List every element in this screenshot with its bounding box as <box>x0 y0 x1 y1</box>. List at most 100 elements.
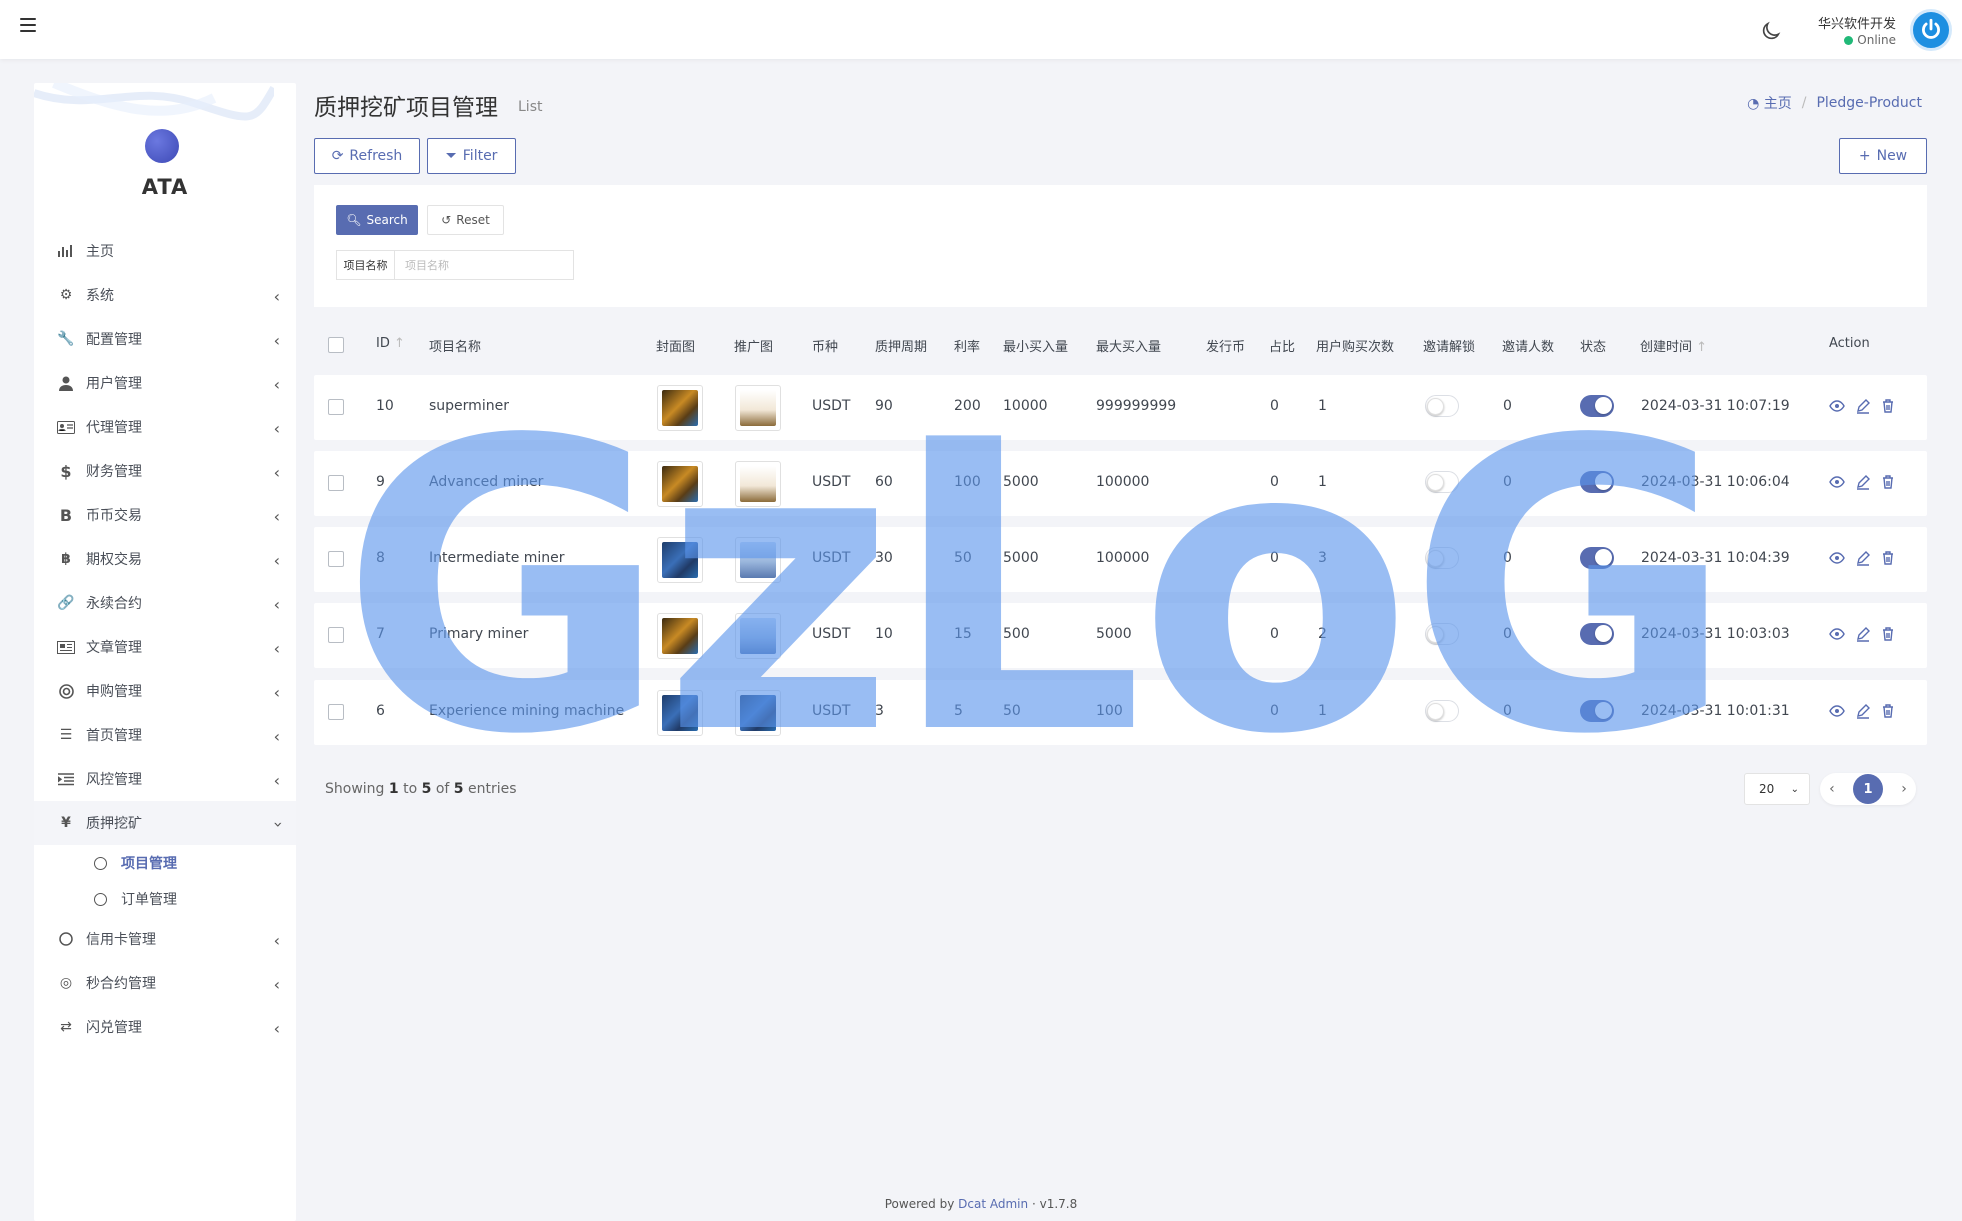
row-checkbox[interactable] <box>328 399 344 415</box>
column-header-created[interactable]: 创建时间 ↑ <box>1640 336 1707 355</box>
cell-currency: USDT <box>812 474 851 490</box>
project-name-input[interactable] <box>395 251 573 279</box>
row-checkbox[interactable] <box>328 551 344 567</box>
sidebar-item-users[interactable]: 用户管理 ‹ <box>34 361 296 405</box>
view-eye-icon[interactable] <box>1829 550 1845 566</box>
promo-image[interactable] <box>735 461 781 507</box>
view-eye-icon[interactable] <box>1829 474 1845 490</box>
invite-unlock-toggle[interactable] <box>1425 623 1459 645</box>
row-checkbox[interactable] <box>328 627 344 643</box>
prev-page-button[interactable]: ‹ <box>1829 781 1835 797</box>
row-checkbox[interactable] <box>328 704 344 720</box>
view-eye-icon[interactable] <box>1829 703 1845 719</box>
promo-image[interactable] <box>735 385 781 431</box>
edit-pencil-icon[interactable] <box>1855 474 1871 490</box>
sidebar-item-spot-trading[interactable]: B 币币交易 ‹ <box>34 493 296 537</box>
column-header-id[interactable]: ID ↑ <box>376 336 405 351</box>
promo-image[interactable] <box>735 537 781 583</box>
column-header-invite-unlock: 邀请解锁 <box>1423 340 1476 355</box>
dark-mode-moon-icon[interactable] <box>1760 20 1782 42</box>
sidebar-item-agents[interactable]: 代理管理 ‹ <box>34 405 296 449</box>
breadcrumb-separator: / <box>1801 95 1807 111</box>
reset-button[interactable]: ↺ Reset <box>427 205 504 235</box>
delete-trash-icon[interactable] <box>1880 626 1896 642</box>
user-name[interactable]: 华兴软件开发 <box>1818 13 1896 32</box>
next-page-button[interactable]: › <box>1901 781 1907 797</box>
invite-unlock-toggle[interactable] <box>1425 700 1459 722</box>
edit-pencil-icon[interactable] <box>1855 703 1871 719</box>
cell-buy-times: 1 <box>1318 474 1327 490</box>
status-toggle[interactable] <box>1580 395 1614 417</box>
edit-pencil-icon[interactable] <box>1855 398 1871 414</box>
breadcrumb-home[interactable]: ◔ 主页 <box>1747 93 1792 113</box>
sidebar-item-finance[interactable]: $ 财务管理 ‹ <box>34 449 296 493</box>
delete-trash-icon[interactable] <box>1880 474 1896 490</box>
cover-image[interactable] <box>657 461 703 507</box>
select-all-checkbox[interactable] <box>328 337 344 353</box>
sidebar-item-second-contract[interactable]: ◎ 秒合约管理 ‹ <box>34 961 296 1005</box>
view-eye-icon[interactable] <box>1829 398 1845 414</box>
sidebar-subitem-orders[interactable]: 订单管理 <box>34 881 296 917</box>
promo-image-content <box>740 466 776 502</box>
cell-rate: 200 <box>954 398 981 414</box>
sidebar-item-risk[interactable]: 风控管理 ‹ <box>34 757 296 801</box>
invite-unlock-toggle[interactable] <box>1425 395 1459 417</box>
view-eye-icon[interactable] <box>1829 626 1845 642</box>
sidebar-item-options[interactable]: ฿ 期权交易 ‹ <box>34 537 296 581</box>
circle-icon <box>94 892 107 906</box>
promo-image[interactable] <box>735 690 781 736</box>
invite-unlock-toggle[interactable] <box>1425 547 1459 569</box>
status-toggle[interactable] <box>1580 700 1614 722</box>
invite-unlock-toggle[interactable] <box>1425 471 1459 493</box>
sidebar-item-label: 闪兑管理 <box>86 1020 142 1036</box>
sidebar-item-homepage[interactable]: ☰ 首页管理 ‹ <box>34 713 296 757</box>
status-toggle[interactable] <box>1580 547 1614 569</box>
sidebar-item-label: 财务管理 <box>86 464 142 480</box>
per-page-select[interactable]: 20 ⌄ <box>1744 773 1810 805</box>
delete-trash-icon[interactable] <box>1880 398 1896 414</box>
promo-image[interactable] <box>735 613 781 659</box>
sidebar-item-perpetual[interactable]: 🔗 永续合约 ‹ <box>34 581 296 625</box>
row-checkbox[interactable] <box>328 475 344 491</box>
sidebar-item-staking[interactable]: ¥ 质押挖矿 ‹ <box>34 801 296 845</box>
cell-invite-count: 0 <box>1503 398 1512 414</box>
refresh-button[interactable]: ⟳ Refresh <box>314 138 420 174</box>
footer: Powered by Dcat Admin · v1.7.8 <box>0 1197 1962 1211</box>
menu-toggle-icon[interactable] <box>20 18 36 32</box>
sidebar-item-home[interactable]: 主页 <box>34 229 296 273</box>
sidebar-item-system[interactable]: ⚙ 系统 ‹ <box>34 273 296 317</box>
page-button-1[interactable]: 1 <box>1852 774 1883 804</box>
cover-image[interactable] <box>657 385 703 431</box>
cover-image[interactable] <box>657 690 703 736</box>
status-toggle[interactable] <box>1580 471 1614 493</box>
status-toggle[interactable] <box>1580 623 1614 645</box>
edit-pencil-icon[interactable] <box>1855 626 1871 642</box>
promo-image-content <box>740 542 776 578</box>
cover-image-content <box>662 466 698 502</box>
chevron-left-icon: ‹ <box>273 463 280 482</box>
footer-product-link[interactable]: Dcat Admin <box>958 1197 1028 1211</box>
chevron-left-icon: ‹ <box>273 595 280 614</box>
edit-pencil-icon[interactable] <box>1855 550 1871 566</box>
sidebar-item-articles[interactable]: 文章管理 ‹ <box>34 625 296 669</box>
sidebar-item-credit-card[interactable]: 信用卡管理 ‹ <box>34 917 296 961</box>
chevron-left-icon: ‹ <box>273 375 280 394</box>
sidebar-subitem-projects[interactable]: 项目管理 <box>34 845 296 881</box>
refresh-label: Refresh <box>349 148 403 164</box>
sidebar-item-config[interactable]: 🔧 配置管理 ‹ <box>34 317 296 361</box>
delete-trash-icon[interactable] <box>1880 550 1896 566</box>
sidebar-item-subscription[interactable]: 申购管理 ‹ <box>34 669 296 713</box>
cover-image[interactable] <box>657 537 703 583</box>
new-button[interactable]: + New <box>1839 138 1927 174</box>
footer-version: v1.7.8 <box>1039 1197 1078 1211</box>
filter-button[interactable]: ⏷ Filter <box>427 138 516 174</box>
delete-trash-icon[interactable] <box>1880 703 1896 719</box>
cell-buy-times: 1 <box>1318 703 1327 719</box>
sidebar-item-flash-exchange[interactable]: ⇄ 闪兑管理 ‹ <box>34 1005 296 1049</box>
cell-name: superminer <box>429 398 509 414</box>
search-button[interactable]: 🔍︎ Search <box>336 205 418 235</box>
avatar[interactable] <box>1910 9 1952 51</box>
sidebar-item-label: 文章管理 <box>86 640 142 656</box>
cover-image[interactable] <box>657 613 703 659</box>
breadcrumb-current[interactable]: Pledge-Product <box>1816 95 1922 111</box>
